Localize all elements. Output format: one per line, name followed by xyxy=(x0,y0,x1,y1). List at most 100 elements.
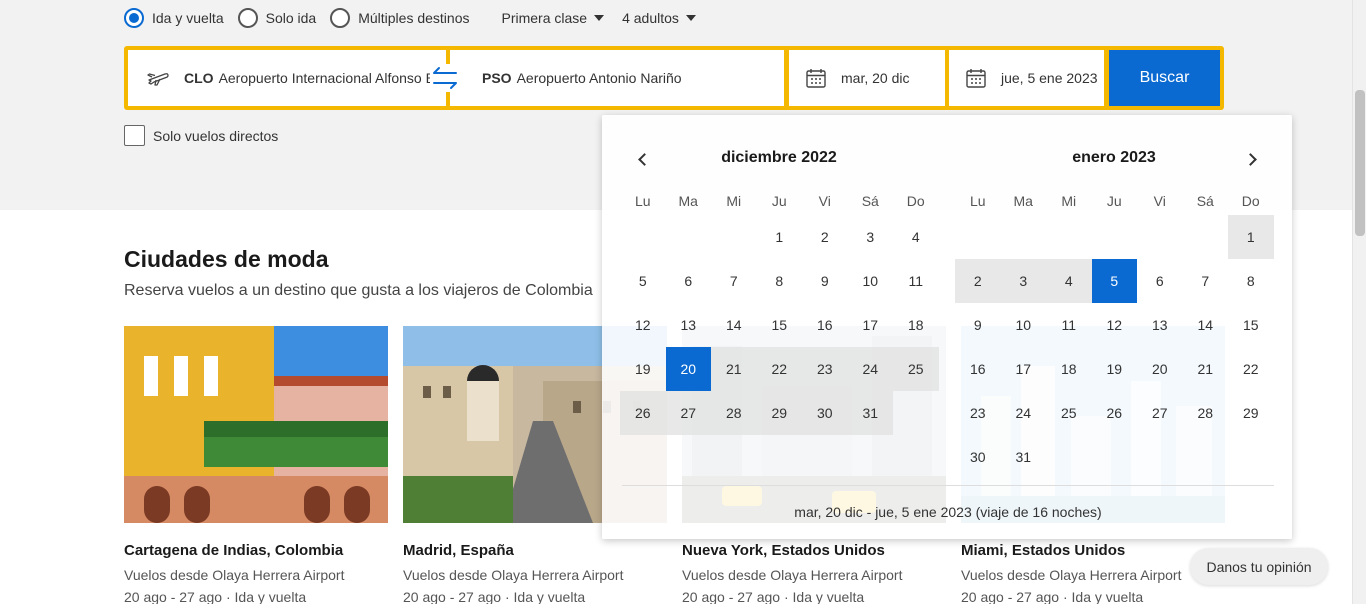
travelers-value: 4 adultos xyxy=(622,10,679,26)
calendar-day[interactable]: 29 xyxy=(756,391,802,435)
calendar-day[interactable]: 28 xyxy=(1183,391,1229,435)
weekday-label: Mi xyxy=(726,193,742,209)
calendar-day[interactable]: 12 xyxy=(620,303,666,347)
calendar-day[interactable]: 11 xyxy=(1046,303,1092,347)
calendar-day[interactable]: 19 xyxy=(620,347,666,391)
departure-date-field[interactable]: mar, 20 dic xyxy=(789,50,945,106)
calendar-day[interactable]: 5 xyxy=(1091,259,1137,303)
calendar-day[interactable]: 17 xyxy=(848,303,894,347)
calendar-day[interactable]: 10 xyxy=(848,259,894,303)
calendar-day[interactable]: 16 xyxy=(955,347,1001,391)
calendar-day[interactable]: 4 xyxy=(893,215,939,259)
calendar-day[interactable]: 3 xyxy=(848,215,894,259)
city-card-dates: 20 ago - 27 ago · Ida y vuelta xyxy=(403,589,586,604)
empty-day-cell xyxy=(1137,215,1183,259)
calendar-day[interactable]: 10 xyxy=(1001,303,1047,347)
calendar-day[interactable]: 31 xyxy=(1001,435,1047,479)
calendar-day[interactable]: 2 xyxy=(955,259,1001,303)
calendar-day[interactable]: 14 xyxy=(711,303,757,347)
radio-one-way[interactable]: Solo ida xyxy=(237,8,317,28)
calendar-day[interactable]: 6 xyxy=(666,259,712,303)
month-title: diciembre 2022 xyxy=(721,149,837,166)
calendar-day[interactable]: 11 xyxy=(893,259,939,303)
calendar-day[interactable]: 18 xyxy=(893,303,939,347)
empty-day-cell xyxy=(711,215,757,259)
calendar-day[interactable]: 20 xyxy=(1137,347,1183,391)
calendar-day[interactable]: 30 xyxy=(955,435,1001,479)
travelers-dropdown[interactable]: 4 adultos xyxy=(622,10,696,26)
return-date-field[interactable]: jue, 5 ene 2023 xyxy=(949,50,1104,106)
calendar-day[interactable]: 23 xyxy=(955,391,1001,435)
calendar-day[interactable]: 1 xyxy=(1228,215,1274,259)
calendar-day[interactable]: 8 xyxy=(757,259,803,303)
calendar-day[interactable]: 9 xyxy=(802,259,848,303)
calendar-day[interactable]: 26 xyxy=(620,391,666,435)
calendar-day[interactable]: 8 xyxy=(1228,259,1274,303)
calendar-day[interactable]: 1 xyxy=(757,215,803,259)
calendar-day[interactable]: 29 xyxy=(1228,391,1274,435)
radio-unchecked-icon xyxy=(237,8,258,28)
radio-one-way-label: Solo ida xyxy=(265,10,317,26)
calendar-day[interactable]: 7 xyxy=(1183,259,1229,303)
calendar-day[interactable]: 17 xyxy=(1001,347,1047,391)
calendar-day[interactable]: 7 xyxy=(711,259,757,303)
direct-flights-checkbox[interactable]: Solo vuelos directos xyxy=(124,125,278,146)
city-card-cartagena[interactable]: Cartagena de Indias, Colombia Vuelos des… xyxy=(124,326,388,604)
empty-day-cell xyxy=(666,215,712,259)
calendar-day[interactable]: 22 xyxy=(756,347,802,391)
calendar-day[interactable]: 6 xyxy=(1137,259,1183,303)
city-card-origin: Vuelos desde Olaya Herrera Airport xyxy=(403,567,624,583)
calendar-day[interactable]: 20 xyxy=(665,347,711,391)
section-subtitle: Reserva vuelos a un destino que gusta a … xyxy=(124,282,593,299)
calendar-day[interactable]: 5 xyxy=(620,259,666,303)
empty-day-cell xyxy=(620,215,666,259)
checkbox-icon[interactable] xyxy=(124,125,145,146)
calendar-day[interactable]: 12 xyxy=(1092,303,1138,347)
page-scrollbar[interactable] xyxy=(1352,0,1366,604)
origin-field[interactable]: CLO Aeropuerto Internacional Alfonso Bon… xyxy=(128,50,446,106)
calendar-day[interactable]: 21 xyxy=(1183,347,1229,391)
calendar-day[interactable]: 16 xyxy=(802,303,848,347)
calendar-day[interactable]: 15 xyxy=(1228,303,1274,347)
calendar-day[interactable]: 18 xyxy=(1046,347,1092,391)
calendar-day[interactable]: 13 xyxy=(1137,303,1183,347)
calendar-day[interactable]: 25 xyxy=(893,347,939,391)
calendar-day[interactable]: 15 xyxy=(757,303,803,347)
radio-round-trip[interactable]: Ida y vuelta xyxy=(124,8,224,28)
search-button[interactable]: Buscar xyxy=(1109,50,1220,106)
calendar-day[interactable]: 30 xyxy=(802,391,848,435)
feedback-button[interactable]: Danos tu opinión xyxy=(1190,548,1328,585)
radio-multi-city[interactable]: Múltiples destinos xyxy=(330,8,469,28)
city-card-dates: 20 ago - 27 ago · Ida y vuelta xyxy=(682,589,865,604)
destination-field[interactable]: PSO Aeropuerto Antonio Nariño xyxy=(450,50,784,106)
calendar-day[interactable]: 3 xyxy=(1000,259,1046,303)
calendar-day[interactable]: 25 xyxy=(1046,391,1092,435)
weekday-label: Lu xyxy=(969,193,986,209)
calendar-day[interactable]: 31 xyxy=(847,391,893,435)
city-card-title: Madrid, España xyxy=(403,542,514,559)
calendar-day[interactable]: 2 xyxy=(802,215,848,259)
calendar-day[interactable]: 28 xyxy=(711,391,757,435)
chevron-down-icon xyxy=(594,15,605,21)
calendar-day[interactable]: 27 xyxy=(665,391,711,435)
calendar-day[interactable]: 19 xyxy=(1092,347,1138,391)
calendar-day[interactable]: 24 xyxy=(847,347,893,391)
calendar-day[interactable]: 24 xyxy=(1001,391,1047,435)
calendar-day[interactable]: 22 xyxy=(1228,347,1274,391)
calendar-day[interactable]: 21 xyxy=(711,347,757,391)
calendar-day[interactable]: 13 xyxy=(666,303,712,347)
calendar-day[interactable]: 4 xyxy=(1046,259,1092,303)
calendar-day[interactable]: 26 xyxy=(1092,391,1138,435)
calendar-day[interactable]: 14 xyxy=(1183,303,1229,347)
scrollbar-thumb[interactable] xyxy=(1355,90,1365,236)
month-grid-december: Lu Ma Mi Ju Vi Sá Do 1 2 3 4 5 6 7 8 9 10 11 12 13 14 15 16 17 1… xyxy=(620,193,939,435)
calendar-day[interactable]: 27 xyxy=(1137,391,1183,435)
radio-unchecked-icon xyxy=(330,8,351,28)
calendar-day[interactable]: 23 xyxy=(802,347,848,391)
calendar-day[interactable]: 9 xyxy=(955,303,1001,347)
swap-airports-button[interactable] xyxy=(430,64,460,92)
city-card-origin: Vuelos desde Olaya Herrera Airport xyxy=(124,567,345,583)
weekday-label: Sá xyxy=(1196,193,1214,209)
cabin-class-dropdown[interactable]: Primera clase xyxy=(501,10,605,26)
departure-date-value: mar, 20 dic xyxy=(841,70,910,86)
